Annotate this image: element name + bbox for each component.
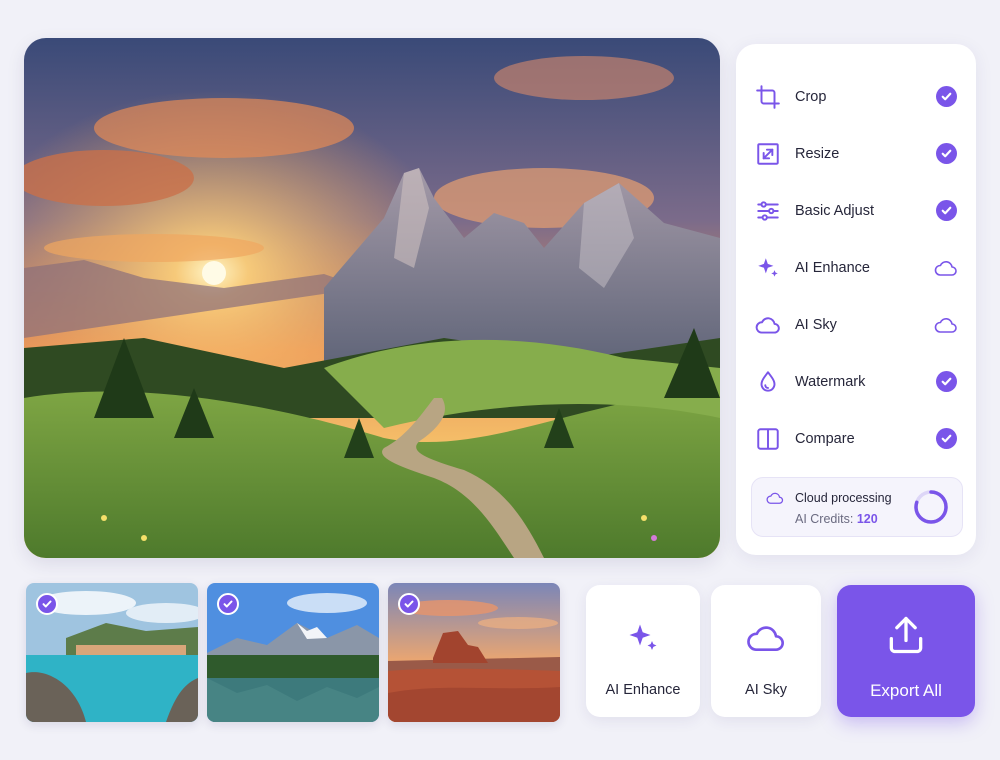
tool-label: Compare: [795, 430, 855, 447]
tool-label: AI Sky: [795, 316, 837, 333]
compare-icon: [754, 425, 782, 453]
ai-sky-label: AI Sky: [745, 682, 787, 698]
cloud-icon: [754, 311, 782, 339]
export-all-label: Export All: [870, 681, 942, 700]
sliders-icon: [754, 197, 782, 225]
tool-label: AI Enhance: [795, 259, 870, 276]
selected-check-icon[interactable]: [398, 593, 420, 615]
cloud-processing-card: Cloud processing AI Credits: 120: [751, 477, 963, 537]
cloud-status-icon: [934, 313, 958, 337]
selected-check-icon[interactable]: [217, 593, 239, 615]
ai-sky-button[interactable]: AI Sky: [711, 585, 821, 717]
check-icon: [935, 86, 957, 107]
tool-basic-adjust[interactable]: Basic Adjust: [754, 182, 958, 239]
ai-enhance-button[interactable]: AI Enhance: [586, 585, 700, 717]
progress-ring: [914, 490, 948, 524]
cloud-icon: [746, 618, 786, 658]
landscape-image: [24, 38, 720, 558]
crop-icon: [754, 83, 782, 111]
main-image-preview[interactable]: [24, 38, 720, 558]
droplet-icon: [754, 368, 782, 396]
tool-label: Watermark: [795, 373, 866, 390]
tool-crop[interactable]: Crop: [754, 68, 958, 125]
tool-resize[interactable]: Resize: [754, 125, 958, 182]
tools-panel: Crop Resize Basic Adjust AI Enhance AI S…: [736, 44, 976, 555]
export-all-button[interactable]: Export All: [837, 585, 975, 717]
status-badge: [934, 370, 958, 394]
resize-icon: [754, 140, 782, 168]
tool-label: Resize: [795, 145, 840, 162]
check-icon: [935, 428, 957, 449]
thumbnail-coastal-village[interactable]: [26, 583, 198, 722]
tool-compare[interactable]: Compare: [754, 410, 958, 467]
cloud-icon: [766, 492, 784, 504]
ai-credits-label: AI Credits:: [795, 512, 854, 526]
ai-enhance-label: AI Enhance: [605, 682, 681, 698]
sparkle-icon: [623, 618, 663, 658]
status-badge: [934, 85, 958, 109]
ai-credits: AI Credits: 120: [795, 512, 878, 526]
tool-label: Crop: [795, 88, 827, 105]
tool-ai-enhance[interactable]: AI Enhance: [754, 239, 958, 296]
status-badge: [934, 427, 958, 451]
cloud-processing-title: Cloud processing: [795, 491, 892, 505]
status-badge: [934, 199, 958, 223]
sparkle-icon: [754, 254, 782, 282]
cloud-status-icon: [934, 256, 958, 280]
thumbnail-desert-butte[interactable]: [388, 583, 560, 722]
upload-icon: [884, 613, 928, 657]
ai-credits-value: 120: [856, 512, 878, 526]
selected-check-icon[interactable]: [36, 593, 58, 615]
check-icon: [935, 200, 957, 221]
check-icon: [935, 143, 957, 164]
tool-label: Basic Adjust: [795, 202, 874, 219]
tool-watermark[interactable]: Watermark: [754, 353, 958, 410]
status-badge: [934, 142, 958, 166]
thumbnail-mountain-lake[interactable]: [207, 583, 379, 722]
check-icon: [935, 371, 957, 392]
tool-ai-sky[interactable]: AI Sky: [754, 296, 958, 353]
